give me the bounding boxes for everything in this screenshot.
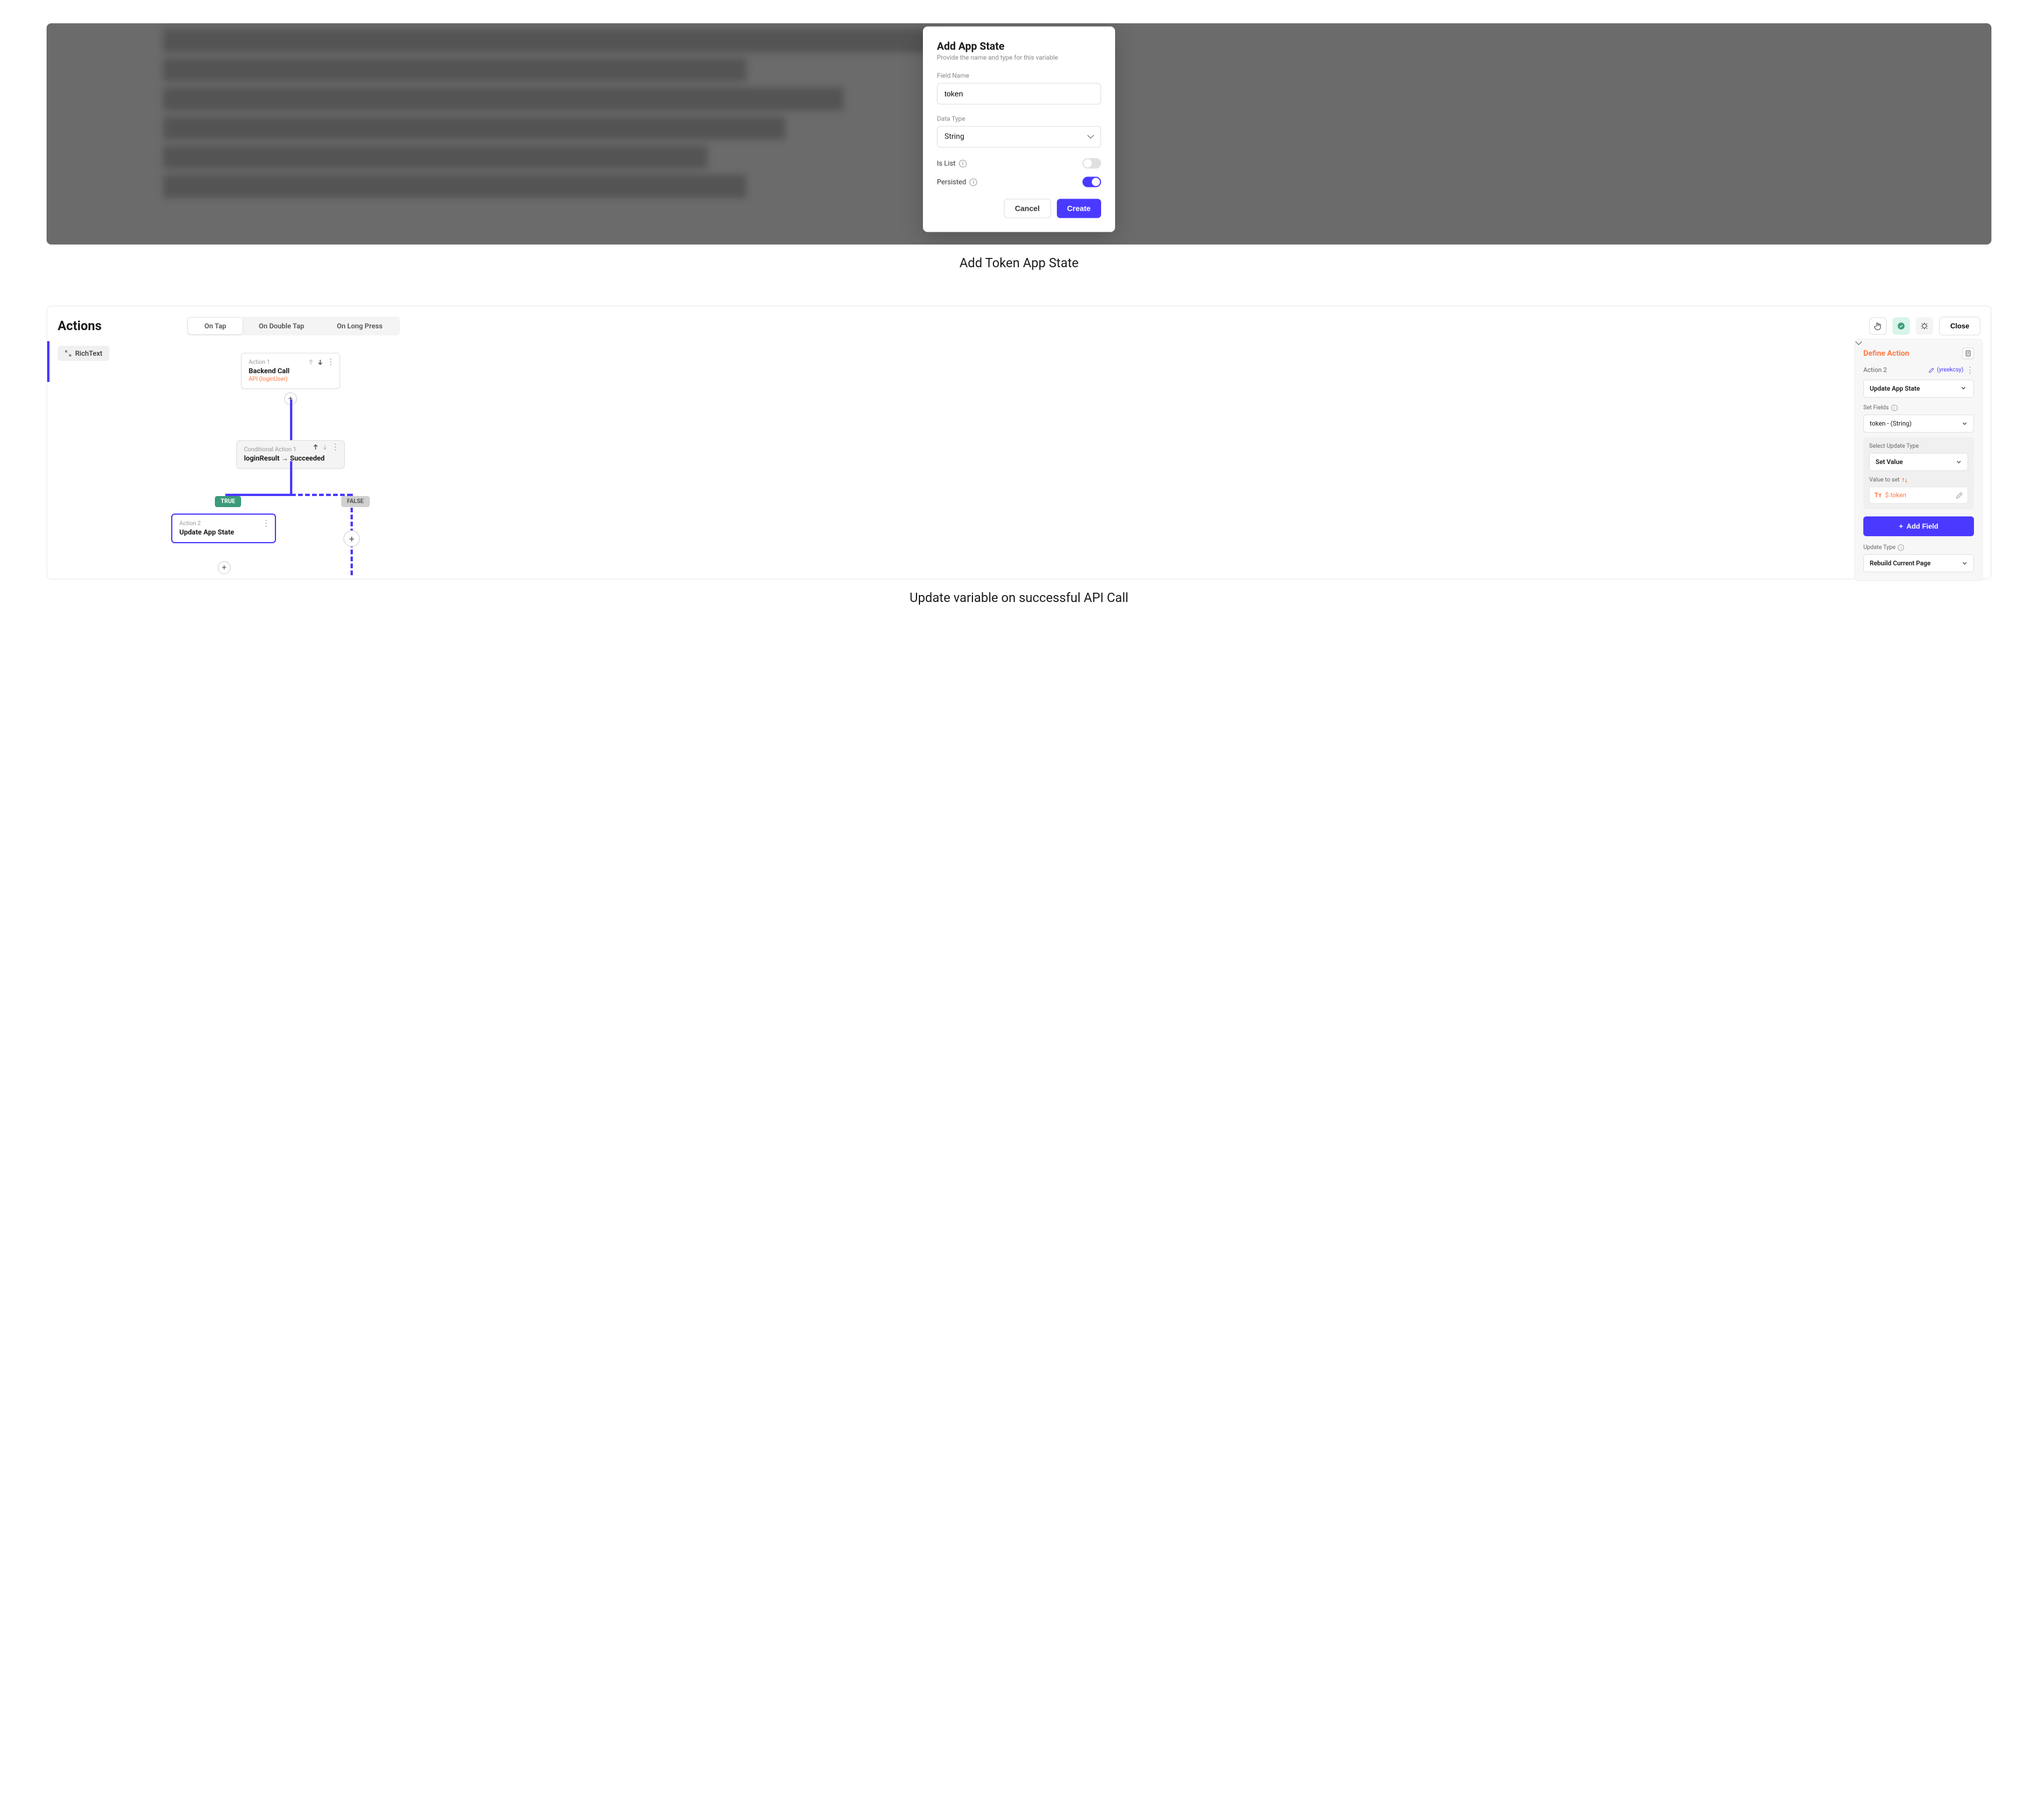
field-name-input[interactable] (937, 83, 1101, 105)
create-button[interactable]: Create (1057, 199, 1101, 218)
persisted-toggle[interactable] (1082, 177, 1101, 187)
modal-subtitle: Provide the name and type for this varia… (937, 54, 1101, 62)
pencil-icon[interactable] (1929, 367, 1934, 373)
persisted-label: Persisted i (937, 178, 977, 186)
actions-title: Actions (58, 319, 102, 334)
section2-caption: Update variable on successful API Call (47, 591, 1991, 606)
modal-title: Add App State (937, 41, 1101, 53)
is-list-toggle[interactable] (1082, 158, 1101, 169)
node-action1[interactable]: Action 1 Backend Call API (loginUser) ⋮ (241, 353, 340, 389)
dots-icon[interactable]: ⋮ (331, 444, 339, 450)
flow-canvas: Action 1 Backend Call API (loginUser) ⋮ … (47, 341, 1857, 574)
action-label: Action 2 (1863, 366, 1887, 374)
arrow-down-icon[interactable] (322, 444, 328, 450)
add-node-button[interactable]: + (218, 561, 231, 574)
text-type-icon: Tт (1874, 491, 1881, 499)
dots-icon[interactable]: ⋮ (1966, 367, 1974, 373)
doc-icon[interactable] (1962, 348, 1974, 359)
update-type2-label: Update Type i (1863, 544, 1974, 551)
tab-on-tap[interactable]: On Tap (188, 318, 242, 334)
true-badge: TRUE (215, 496, 241, 507)
arrow-down-icon[interactable] (317, 359, 323, 365)
info-icon[interactable]: i (1898, 544, 1904, 551)
dots-icon[interactable]: ⋮ (327, 359, 335, 365)
update-type2-select[interactable]: Rebuild Current Page (1863, 554, 1974, 572)
panel-title: Define Action (1863, 349, 1909, 358)
info-icon[interactable]: i (959, 160, 967, 167)
update-type-select[interactable]: Set Value (1869, 453, 1968, 471)
tab-on-double-tap[interactable]: On Double Tap (242, 318, 320, 334)
settings-icon[interactable] (1902, 477, 1908, 483)
field-select[interactable]: token - (String) (1863, 415, 1974, 433)
update-type-label: Select Update Type (1869, 443, 1968, 449)
value-to-set-label: Value to set (1869, 477, 1968, 483)
tab-on-long-press[interactable]: On Long Press (320, 318, 398, 334)
bug-icon[interactable] (1916, 317, 1933, 335)
section1-caption: Add Token App State (47, 256, 1991, 271)
info-icon[interactable]: i (1891, 405, 1898, 411)
is-list-label: Is List i (937, 160, 967, 168)
dots-icon[interactable]: ⋮ (262, 520, 270, 526)
arrow-up-icon[interactable] (313, 444, 319, 450)
actions-panel: Actions On Tap On Double Tap On Long Pre… (47, 306, 1991, 579)
info-icon[interactable]: i (970, 178, 977, 186)
value-input[interactable]: Tт $.token (1869, 487, 1968, 504)
arrow-up-icon[interactable] (308, 359, 314, 365)
node-action2[interactable]: Action 2 Update App State ⋮ (171, 514, 276, 543)
cancel-button[interactable]: Cancel (1004, 199, 1051, 218)
close-button[interactable]: Close (1939, 317, 1980, 335)
pencil-icon[interactable] (1956, 492, 1963, 499)
add-node-button-false[interactable]: + (344, 530, 360, 547)
set-fields-label: Set Fields i (1863, 405, 1974, 411)
action-hash: (yreekcsy) ⋮ (1929, 367, 1974, 373)
false-badge: FALSE (341, 496, 370, 507)
field-name-label: Field Name (937, 72, 1101, 80)
check-icon[interactable] (1892, 317, 1910, 335)
trigger-tabs: On Tap On Double Tap On Long Press (187, 317, 400, 335)
define-action-panel: Define Action Action 2 (yreekcsy) ⋮ Upda… (1855, 339, 1983, 581)
hand-icon[interactable] (1869, 317, 1887, 335)
add-field-button[interactable]: +Add Field (1863, 516, 1974, 536)
modal-backdrop: Add App State Provide the name and type … (47, 23, 1991, 245)
data-type-label: Data Type (937, 115, 1101, 123)
action-type-select[interactable]: Update App State (1863, 380, 1974, 398)
add-app-state-modal: Add App State Provide the name and type … (923, 27, 1115, 232)
data-type-select[interactable]: String (937, 126, 1101, 148)
